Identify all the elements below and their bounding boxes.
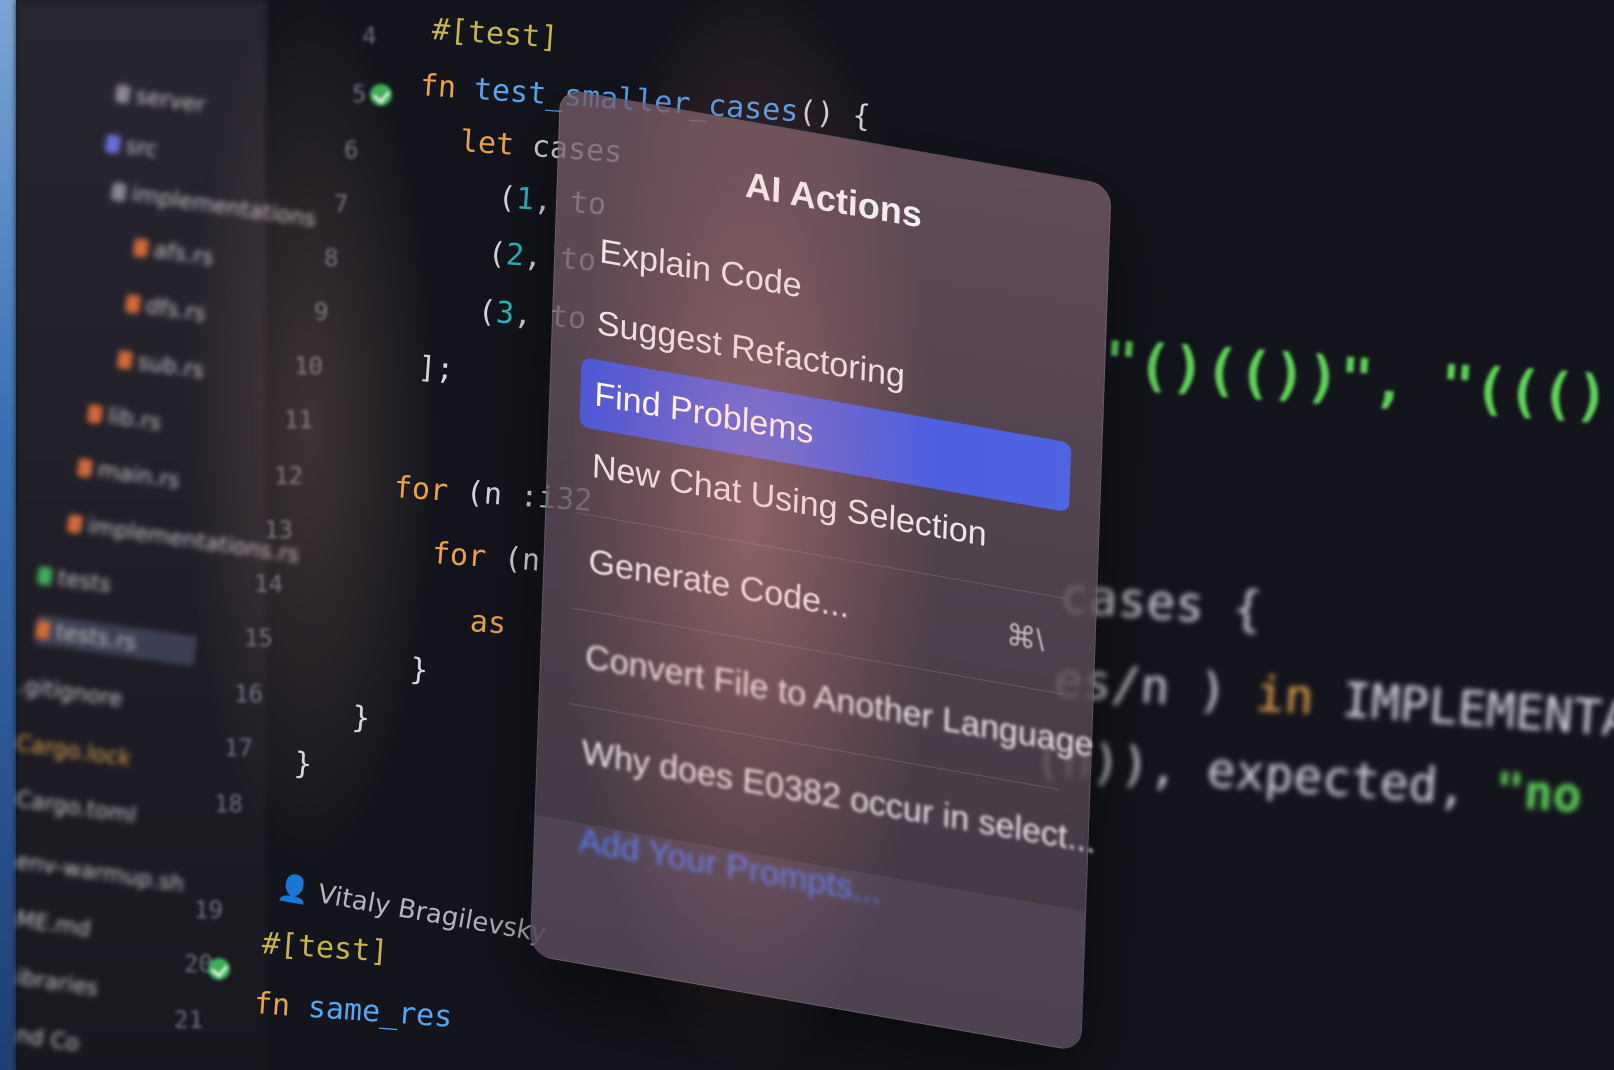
code-line-10: ]; <box>417 350 455 387</box>
ide-window: server src implementations afs.rs dfs.rs… <box>0 0 1614 1070</box>
keyword-token: in <box>1253 666 1316 727</box>
code-line-15: } <box>409 652 429 688</box>
keyword-token: as <box>468 604 508 642</box>
keyword-token: for <box>430 536 488 575</box>
code-token: ]; <box>416 350 456 388</box>
attribute-token: #[test] <box>430 12 560 56</box>
code-token: } <box>350 700 372 737</box>
code-line-16: } <box>351 700 371 736</box>
keyword-token: fn <box>252 986 292 1024</box>
code-token: () { <box>797 94 872 135</box>
code-token: (n <box>484 539 542 579</box>
menu-item-label: Generate Code... <box>587 541 850 626</box>
shortcut-label: ⌘\ <box>1005 618 1045 658</box>
code-line-21: fn same_res <box>253 986 454 1035</box>
code-line-13: for (n <box>431 536 542 578</box>
code-line-17: } <box>293 746 313 782</box>
code-token: } <box>292 746 314 783</box>
string-token: "no <box>1493 762 1584 825</box>
code-strings-right: "()(())", "((()))" <box>1102 330 1614 437</box>
keyword-token: fn <box>418 68 458 106</box>
code-token: IMPLEMENTA <box>1311 670 1614 749</box>
code-line-20: #[test] <box>261 926 390 970</box>
code-line-14: as <box>469 604 507 641</box>
user-icon: 👤 <box>275 872 313 908</box>
attribute-token: #[test] <box>260 926 390 970</box>
ai-actions-popup: AI Actions Explain Code Suggest Refactor… <box>529 88 1112 1052</box>
keyword-token: let <box>458 124 516 163</box>
code-token: } <box>408 652 430 689</box>
code-impl-right: es/n ) in IMPLEMENTA <box>1052 652 1614 748</box>
code-token: (n)), expected, <box>1032 730 1498 819</box>
code-line-4: #[test] <box>431 12 560 56</box>
string-token: "()(())", "((()))" <box>1101 330 1614 438</box>
code-expected-right: (n)), expected, "no <box>1032 730 1584 824</box>
keyword-token: for <box>392 470 450 509</box>
function-name-token: same_res <box>288 988 454 1035</box>
